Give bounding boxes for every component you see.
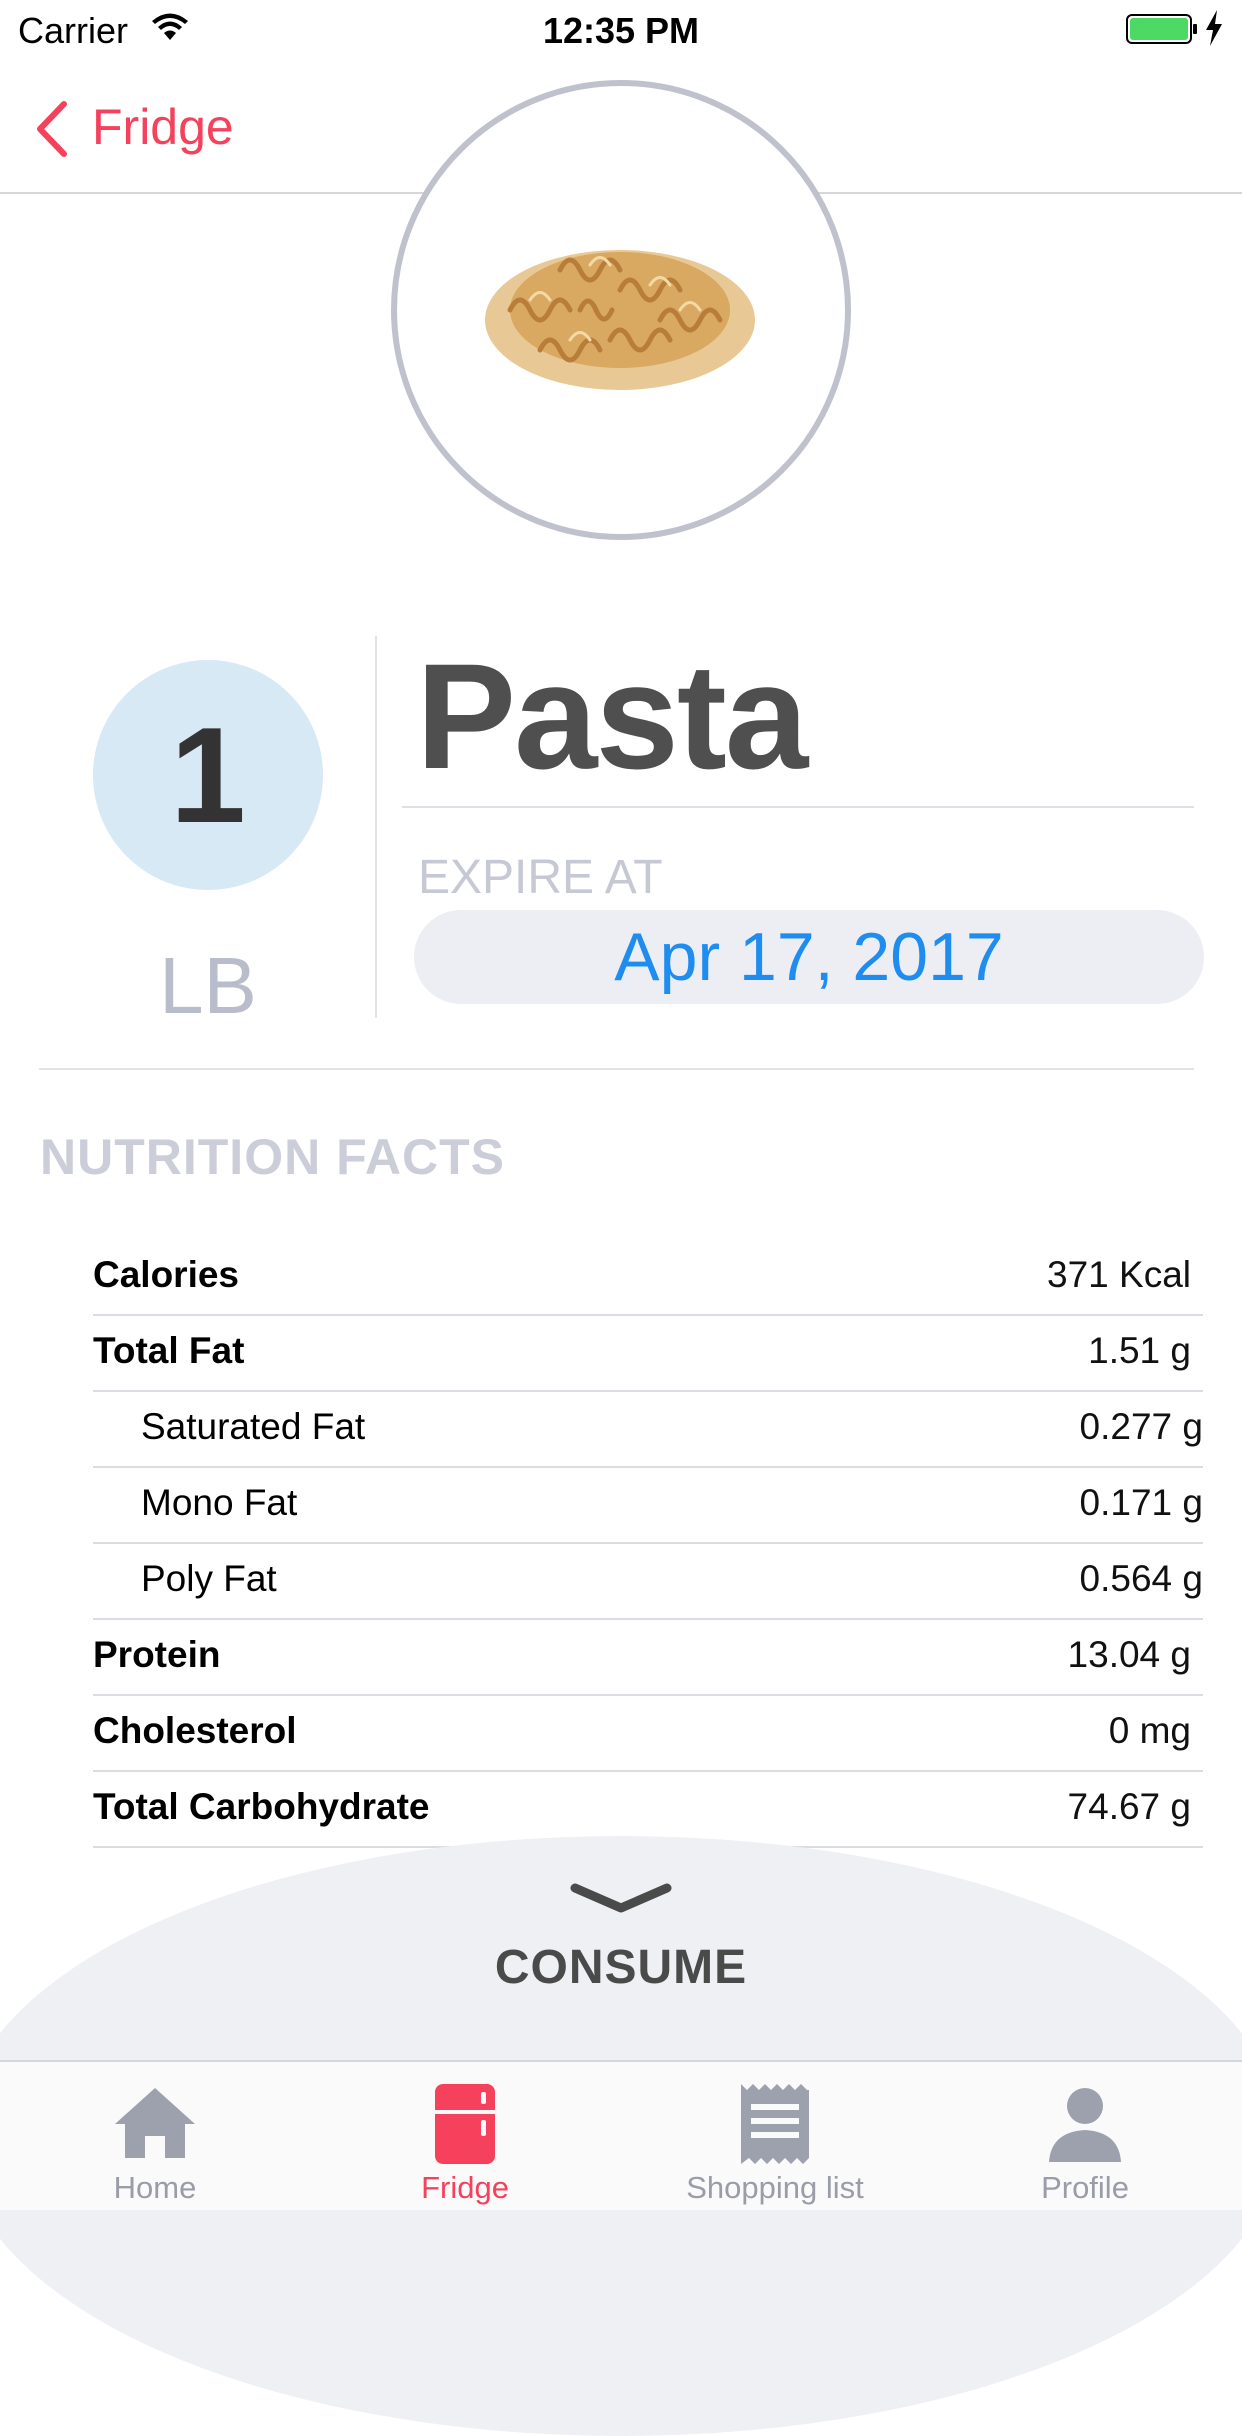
nutrition-value: 74.67 g (1067, 1786, 1191, 1827)
status-bar: Carrier 12:35 PM (0, 0, 1242, 62)
nutrition-value: 371 Kcal (1047, 1254, 1191, 1295)
tab-bar: Home Fridge Shopping list Profile (0, 2060, 1242, 2210)
chevron-down-icon[interactable] (567, 1880, 675, 1916)
expire-label: EXPIRE AT (418, 851, 663, 904)
nutrition-value: 0.277 g (1079, 1406, 1203, 1447)
nutrition-label: Cholesterol (93, 1710, 297, 1751)
nutrition-row: Poly Fat 0.564 g (93, 1544, 1203, 1620)
nutrition-value: 0.564 g (1079, 1558, 1203, 1599)
nutrition-label: Poly Fat (141, 1558, 277, 1599)
nutrition-label: Protein (93, 1634, 221, 1675)
charging-bolt-icon (1206, 10, 1222, 46)
battery-icon (1126, 14, 1197, 44)
nutrition-value: 0.171 g (1079, 1482, 1203, 1523)
item-name: Pasta (416, 632, 808, 800)
tab-shopping-list-label: Shopping list (686, 2170, 864, 2205)
tab-home[interactable]: Home (0, 2062, 310, 2210)
person-icon (1049, 2088, 1121, 2162)
consume-label[interactable]: CONSUME (0, 1940, 1242, 1995)
nutrition-label: Total Fat (93, 1330, 245, 1371)
pasta-image (485, 250, 755, 390)
tab-fridge[interactable]: Fridge (310, 2062, 620, 2210)
fridge-icon (435, 2084, 495, 2164)
nutrition-label: Total Carbohydrate (93, 1786, 430, 1827)
tab-profile-label: Profile (1041, 2170, 1129, 2205)
nutrition-value: 13.04 g (1067, 1634, 1191, 1675)
nutrition-row: Cholesterol 0 mg (93, 1696, 1203, 1772)
receipt-icon (741, 2084, 809, 2164)
nutrition-row: Total Fat 1.51 g (93, 1316, 1203, 1392)
nutrition-row: Mono Fat 0.171 g (93, 1468, 1203, 1544)
quantity-value[interactable]: 1 (93, 660, 323, 890)
nutrition-row: Calories 371 Kcal (93, 1240, 1203, 1316)
nutrition-row: Saturated Fat 0.277 g (93, 1392, 1203, 1468)
nutrition-value: 0 mg (1108, 1710, 1191, 1751)
nutrition-label: Mono Fat (141, 1482, 298, 1523)
name-divider (402, 806, 1194, 808)
nutrition-title: NUTRITION FACTS (40, 1129, 505, 1185)
tab-fridge-label: Fridge (421, 2170, 509, 2205)
nutrition-label: Calories (93, 1254, 240, 1295)
nutrition-table: Calories 371 Kcal Total Fat 1.51 g Saturated… (93, 1240, 1203, 1848)
vertical-divider (375, 636, 377, 1018)
home-icon (115, 2088, 195, 2158)
nutrition-row: Protein 13.04 g (93, 1620, 1203, 1696)
expire-date-button[interactable]: Apr 17, 2017 (414, 910, 1204, 1004)
tab-profile[interactable]: Profile (930, 2062, 1240, 2210)
tab-home-label: Home (113, 2170, 197, 2205)
status-time: 12:35 PM (542, 10, 700, 51)
tab-shopping-list[interactable]: Shopping list (620, 2062, 930, 2210)
nutrition-label: Saturated Fat (141, 1406, 366, 1447)
section-divider (39, 1068, 1194, 1070)
nutrition-value: 1.51 g (1088, 1330, 1191, 1371)
quantity-unit: LB (159, 941, 257, 1030)
